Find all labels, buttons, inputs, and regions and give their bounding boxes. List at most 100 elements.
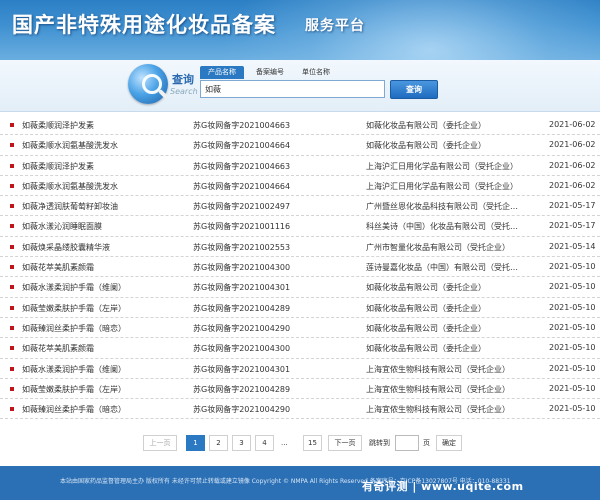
record-date: 2021-05-10 — [549, 282, 596, 292]
record-code: 苏G妆网备字2021004663 — [193, 161, 291, 171]
tab-product-name[interactable]: 产品名称 — [200, 66, 244, 79]
search-input[interactable] — [200, 80, 385, 98]
goto-page-input[interactable] — [395, 435, 419, 451]
table-row[interactable]: 如薇水漾柔润护手霜（维阑） 苏G妆网备字2021004301 如薇化妆品有限公司（委… — [0, 277, 600, 298]
record-code: 苏G妆网备字2021004664 — [193, 141, 291, 151]
record-date: 2021-05-17 — [549, 201, 596, 211]
product-name-link[interactable]: 如薇柔顺水润氨基酸洗发水 — [22, 140, 118, 151]
prev-page-button[interactable]: 上一页 — [143, 435, 177, 451]
record-date: 2021-05-14 — [549, 241, 596, 251]
record-code: 苏G妆网备字2021002553 — [193, 242, 291, 252]
product-name-link[interactable]: 如薇柔顺润泽护发素 — [22, 161, 94, 172]
bullet-icon — [10, 204, 14, 209]
record-code: 苏G妆网备字2021002497 — [193, 202, 291, 212]
company-name: 上海宜侬生物科技有限公司（受托企业） — [366, 384, 510, 394]
product-name-link[interactable]: 如薇水漾柔润护手霜（维阑） — [22, 282, 126, 293]
record-code: 苏G妆网备字2021004300 — [193, 344, 291, 354]
company-name: 如薇化妆品有限公司（委托企业） — [366, 303, 486, 313]
product-name-link[interactable]: 如薇焕采晶缕胶囊精华液 — [22, 242, 110, 253]
table-row[interactable]: 如薇水漾柔润护手霜（维阑） 苏G妆网备字2021004301 上海宜侬生物科技有限公… — [0, 359, 600, 379]
company-name: 莲诗曼嘉化妆品（中国）有限公司（受托… — [366, 263, 518, 273]
product-name-link[interactable]: 如薇莹嫩柔肤护手霜（左岸） — [22, 303, 126, 314]
table-row[interactable]: 如薇净透润肤葡萄籽卸妆油 苏G妆网备字2021002497 广州暨丝恩化妆品科技有限… — [0, 196, 600, 217]
page-button-3[interactable]: 3 — [232, 435, 251, 451]
next-page-button[interactable]: 下一页 — [328, 435, 362, 451]
product-name-link[interactable]: 如薇花萃美肌素颜霜 — [22, 343, 94, 354]
bullet-icon — [10, 325, 14, 330]
table-row[interactable]: 如薇花萃美肌素颜霜 苏G妆网备字2021004300 莲诗曼嘉化妆品（中国）有限公司… — [0, 257, 600, 278]
record-code: 苏G妆网备字2021004289 — [193, 384, 291, 394]
table-row[interactable]: 如薇水漾沁润睡眠面膜 苏G妆网备字2021001116 科丝美诗（中国）化妆品有限公… — [0, 216, 600, 237]
company-name: 上海沪汇日用化学品有限公司（受托企业） — [366, 181, 518, 191]
record-code: 苏G妆网备字2021004289 — [193, 303, 291, 313]
company-name: 广州市智量化妆品有限公司（受托企业） — [366, 242, 510, 252]
record-code: 苏G妆网备字2021004290 — [193, 323, 291, 333]
watermark: 有奇评测 | www.uqite.com — [362, 480, 524, 493]
company-name: 上海宜侬生物科技有限公司（受托企业） — [366, 364, 510, 374]
company-name: 如薇化妆品有限公司（委托企业） — [366, 283, 486, 293]
company-name: 如薇化妆品有限公司（委托企业） — [366, 141, 486, 151]
bullet-icon — [10, 346, 14, 351]
table-row[interactable]: 如薇柔顺水润氨基酸洗发水 苏G妆网备字2021004664 上海沪汇日用化学品有限公… — [0, 176, 600, 197]
product-name-link[interactable]: 如薇臻润丝柔护手霜（暗恋） — [22, 404, 126, 415]
page-button-last[interactable]: 15 — [303, 435, 322, 451]
search-globe-icon — [128, 64, 168, 104]
record-date: 2021-06-02 — [549, 120, 596, 129]
record-date: 2021-06-02 — [549, 180, 596, 190]
search-button[interactable]: 查询 — [390, 80, 438, 99]
product-name-link[interactable]: 如薇莹嫩柔肤护手霜（左岸） — [22, 384, 126, 395]
page-button-4[interactable]: 4 — [255, 435, 274, 451]
bullet-icon — [10, 143, 14, 148]
table-row[interactable]: 如薇柔顺润泽护发素 苏G妆网备字2021004663 如薇化妆品有限公司（委托企业）… — [0, 115, 600, 136]
record-date: 2021-05-10 — [549, 322, 596, 332]
page-button-2[interactable]: 2 — [209, 435, 228, 451]
company-name: 上海宜侬生物科技有限公司（受托企业） — [366, 405, 510, 415]
page-unit-label: 页 — [423, 439, 430, 447]
record-date: 2021-05-10 — [549, 343, 596, 353]
product-name-link[interactable]: 如薇水漾柔润护手霜（维阑） — [22, 364, 126, 375]
header-glow — [220, 0, 600, 60]
table-row[interactable]: 如薇焕采晶缕胶囊精华液 苏G妆网备字2021002553 广州市智量化妆品有限公司（… — [0, 237, 600, 258]
record-code: 苏G妆网备字2021004300 — [193, 263, 291, 273]
bullet-icon — [10, 123, 14, 127]
product-name-link[interactable]: 如薇花萃美肌素颜霜 — [22, 262, 94, 273]
product-name-link[interactable]: 如薇水漾沁润睡眠面膜 — [22, 221, 102, 232]
site-header: 国产非特殊用途化妆品备案 服务平台 — [0, 0, 600, 60]
record-date: 2021-06-02 — [549, 140, 596, 150]
goto-label: 跳转到 — [369, 439, 390, 447]
table-row[interactable]: 如薇莹嫩柔肤护手霜（左岸） 苏G妆网备字2021004289 如薇化妆品有限公司（委… — [0, 298, 600, 318]
page-ellipsis: ... — [281, 439, 288, 447]
table-row[interactable]: 如薇莹嫩柔肤护手霜（左岸） 苏G妆网备字2021004289 上海宜侬生物科技有限公… — [0, 379, 600, 400]
table-row[interactable]: 如薇花萃美肌素颜霜 苏G妆网备字2021004300 如薇化妆品有限公司（委托企业）… — [0, 338, 600, 359]
bullet-icon — [10, 244, 14, 249]
company-name: 广州暨丝恩化妆品科技有限公司（受托企… — [366, 202, 518, 212]
record-date: 2021-06-02 — [549, 160, 596, 170]
record-date: 2021-05-10 — [549, 262, 596, 272]
bullet-icon — [10, 265, 14, 270]
bullet-icon — [10, 407, 14, 412]
site-footer: 本站由国家药品监督管理局主办 版权所有 未经许可禁止转载或建立镜像 Copyri… — [0, 466, 600, 500]
product-name-link[interactable]: 如薇净透润肤葡萄籽卸妆油 — [22, 201, 118, 212]
company-name: 如薇化妆品有限公司（委托企业） — [366, 121, 486, 130]
record-date: 2021-05-17 — [549, 221, 596, 231]
site-subtitle: 服务平台 — [305, 18, 365, 34]
record-date: 2021-05-10 — [549, 383, 596, 393]
table-row[interactable]: 如薇臻润丝柔护手霜（暗恋） 苏G妆网备字2021004290 上海宜侬生物科技有限公… — [0, 399, 600, 420]
record-date: 2021-05-10 — [549, 302, 596, 312]
goto-confirm-button[interactable]: 确定 — [436, 435, 462, 451]
table-row[interactable]: 如薇柔顺水润氨基酸洗发水 苏G妆网备字2021004664 如薇化妆品有限公司（委托… — [0, 135, 600, 156]
product-name-link[interactable]: 如薇柔顺润泽护发素 — [22, 120, 94, 131]
company-name: 科丝美诗（中国）化妆品有限公司（受托… — [366, 222, 518, 232]
table-row[interactable]: 如薇柔顺润泽护发素 苏G妆网备字2021004663 上海沪汇日用化学品有限公司（受… — [0, 156, 600, 176]
magnifier-handle — [158, 89, 168, 99]
page-button-1[interactable]: 1 — [186, 435, 205, 451]
tab-record-number[interactable]: 备案编号 — [248, 66, 292, 79]
tab-company-name[interactable]: 单位名称 — [294, 66, 338, 79]
product-name-link[interactable]: 如薇柔顺水润氨基酸洗发水 — [22, 181, 118, 192]
table-row[interactable]: 如薇臻润丝柔护手霜（暗恋） 苏G妆网备字2021004290 如薇化妆品有限公司（委… — [0, 318, 600, 339]
product-name-link[interactable]: 如薇臻润丝柔护手霜（暗恋） — [22, 323, 126, 334]
site-title: 国产非特殊用途化妆品备案 — [12, 12, 276, 37]
bullet-icon — [10, 386, 14, 391]
record-date: 2021-05-10 — [549, 404, 596, 414]
company-name: 上海沪汇日用化学品有限公司（受托企业） — [366, 161, 518, 171]
